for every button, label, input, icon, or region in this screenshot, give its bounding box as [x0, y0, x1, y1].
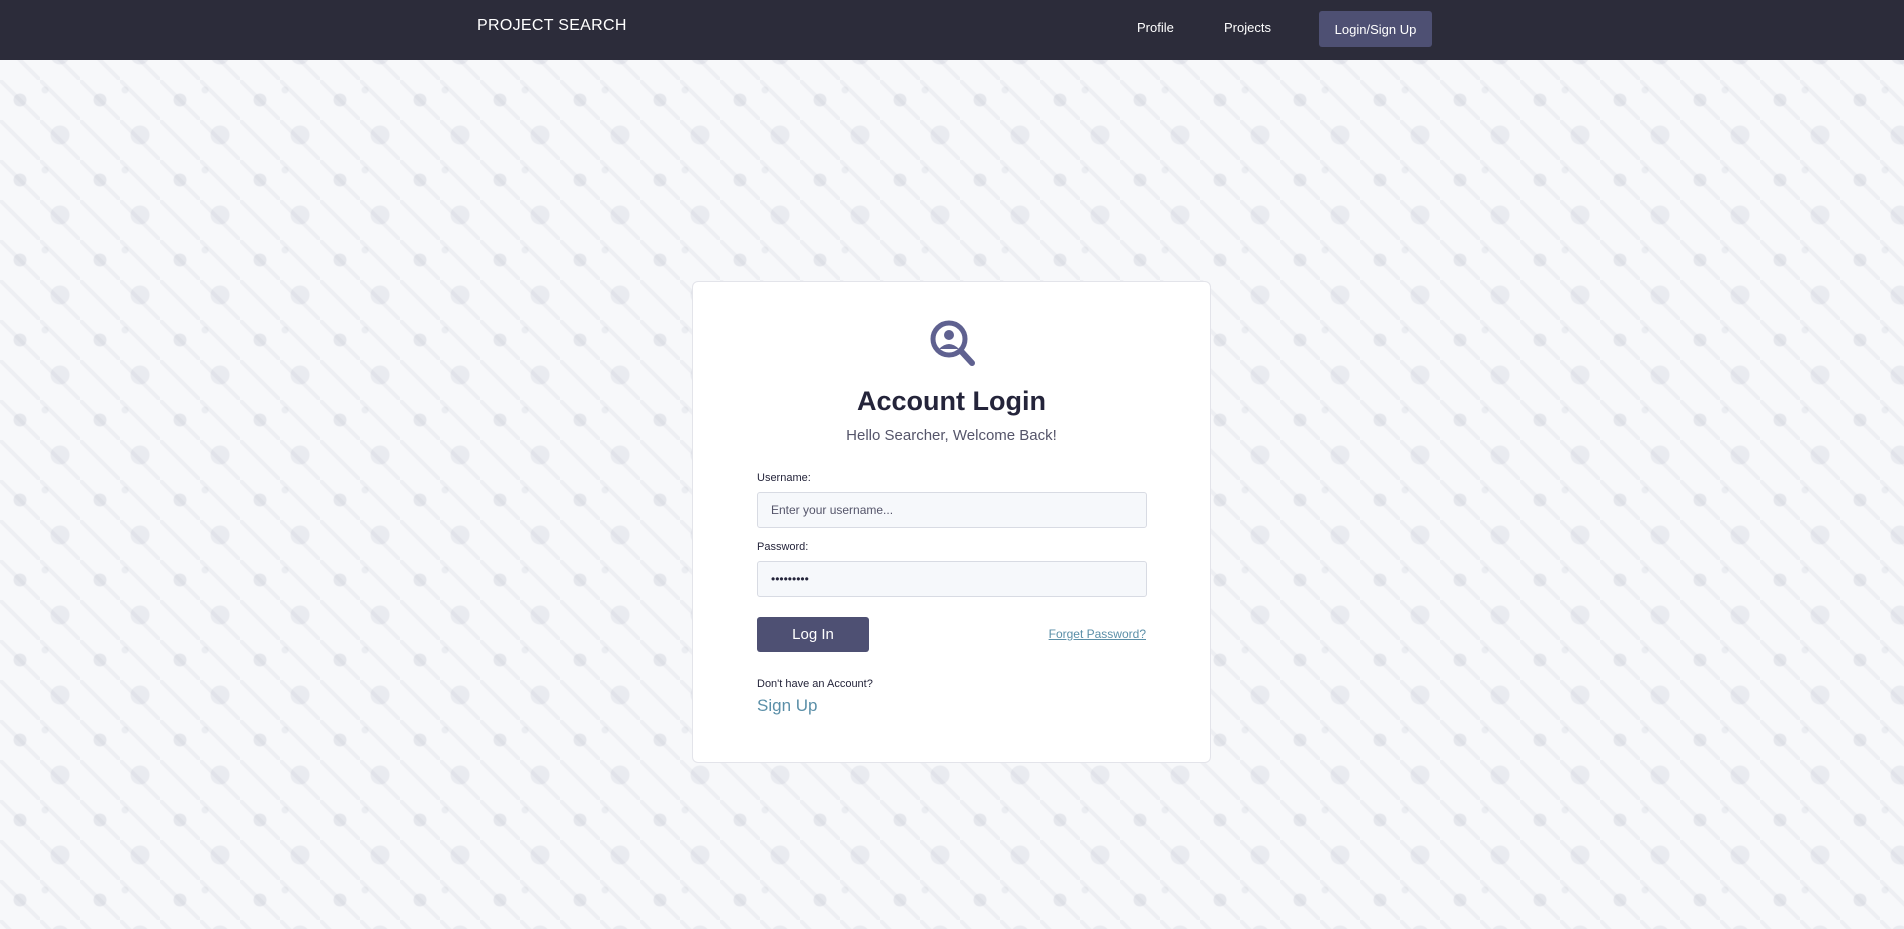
username-input[interactable] [757, 492, 1147, 528]
signup-link[interactable]: Sign Up [757, 696, 817, 716]
nav-link-projects[interactable]: Projects [1224, 20, 1271, 35]
login-card: Account Login Hello Searcher, Welcome Ba… [692, 281, 1211, 763]
login-button[interactable]: Log In [757, 617, 869, 652]
page-title: Account Login [857, 386, 1046, 416]
nav-login-signup-button[interactable]: Login/Sign Up [1319, 11, 1432, 47]
top-navbar: PROJECT SEARCH Profile Projects Login/Si… [0, 0, 1904, 60]
no-account-text: Don't have an Account? [757, 678, 873, 690]
welcome-subtitle: Hello Searcher, Welcome Back! [846, 427, 1057, 444]
brand-logo-text[interactable]: PROJECT SEARCH [477, 17, 627, 35]
user-search-icon [930, 320, 975, 366]
username-label: Username: [757, 472, 811, 484]
password-input[interactable] [757, 561, 1147, 597]
forgot-password-link[interactable]: Forget Password? [1049, 627, 1146, 641]
password-label: Password: [757, 541, 809, 553]
nav-link-profile[interactable]: Profile [1137, 20, 1174, 35]
